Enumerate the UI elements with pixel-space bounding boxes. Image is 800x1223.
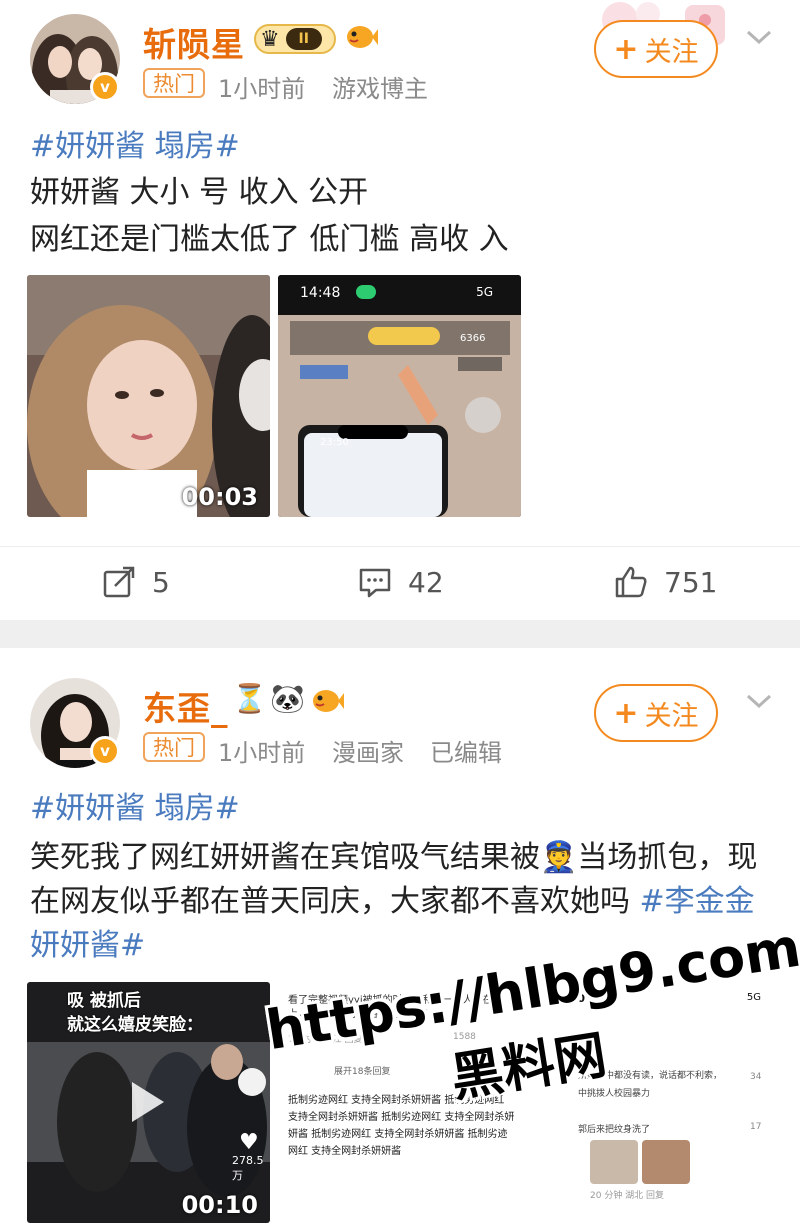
comment-text: 看了完整视频yyj被抓的时候正和另一个人躺在床上，警察来了穿个浴袍就起来了 (288, 995, 503, 1020)
screenshot-image[interactable]: 看了完整视频yyj被抓的时候正和另一个人躺在床上，警察来了穿个浴袍就起来了 7小… (278, 982, 521, 1223)
fish-badge-icon (347, 26, 378, 48)
follow-button[interactable]: + 关注 (594, 684, 718, 742)
spam-text-1: 抵制劣迹网红 支持全网封杀妍妍酱 (288, 1095, 442, 1106)
follow-label: 关注 (644, 36, 699, 68)
repost-button[interactable]: 5 (102, 565, 170, 599)
post-topic[interactable]: #妍妍酱 塌房# (30, 790, 775, 827)
user-role: 漫画家 (332, 739, 404, 767)
fish-badge-icon (313, 690, 344, 712)
comment-text-2: 中挑拨人校园暴力 (578, 1089, 651, 1099)
video-thumbnail[interactable]: 吸 被抓后 就这么嬉皮笑脸： ♥ 278.5万 00:10 (27, 982, 270, 1223)
comment-count: 42 (408, 565, 444, 599)
post-body: 笑死我了网红妍妍酱在宾馆吸气结果被👮当场抓包，现在网友似乎都在普天同庆，大家都不… (30, 836, 775, 968)
spam-text-4: 抵制劣迹网红 支持全网封杀妍妍酱 (311, 1129, 465, 1140)
thumbs-up-icon (615, 566, 647, 598)
topic-link[interactable]: #妍妍酱 塌房# (30, 129, 240, 164)
comment-likes-1: 34 (750, 1072, 762, 1082)
hourglass-icon: ⏳ (232, 682, 267, 715)
plus-icon: + (613, 695, 639, 731)
comment-photo-1 (590, 1140, 638, 1184)
video-caption-2: 就这么嬉皮笑脸： (67, 1015, 203, 1035)
comment-likes-2: 17 (750, 1122, 762, 1132)
video-thumbnail[interactable]: 00:03 (27, 275, 270, 517)
post-topic[interactable]: #妍妍酱 塌房# (30, 128, 775, 165)
like-button[interactable]: 751 (614, 565, 717, 599)
police-icon: 👮 (540, 840, 578, 875)
video-like-count: 278.5万 (232, 1154, 264, 1182)
post-text-line-1: 妍妍酱 大小 号 收入 公开 (30, 175, 369, 210)
comment-meta: 20 分钟 湖北 回复 (590, 1191, 665, 1201)
follow-button[interactable]: + 关注 (594, 20, 718, 78)
comment-text-3: 郭后来把纹身洗了 (578, 1125, 651, 1135)
hot-tag: 热门 (143, 68, 205, 98)
post-text-line-2: 网红还是门槛太低了 低门槛 高收 入 (30, 222, 509, 257)
spam-comment: 抵制劣迹网红 支持全网封杀妍妍酱 抵制劣迹网红 支持全网封杀妍妍酱 抵制劣迹网红… (288, 1092, 516, 1160)
comment-button[interactable]: 42 (358, 565, 444, 599)
status-signal: 5G (476, 285, 493, 299)
status-signal: 5G (746, 992, 761, 1003)
live-count: 6366 (460, 333, 486, 344)
link-pill-icon (356, 285, 376, 299)
post-time: 1小时前 (218, 739, 306, 767)
like-count: 751 (664, 565, 718, 599)
post-body-part-1: 笑死我了网红妍妍酱在宾馆吸气结果被 (30, 840, 540, 875)
status-time: 02:10 (550, 992, 586, 1005)
post-divider (0, 620, 800, 648)
phone-clock: 23:50 (320, 437, 349, 448)
heart-icon[interactable]: ♥ (239, 1130, 259, 1155)
comment-photo-2 (642, 1140, 690, 1184)
expand-replies: 展开18条回复 (334, 1067, 391, 1077)
follow-label: 关注 (644, 700, 699, 732)
video-caption-1: 吸 被抓后 (67, 991, 141, 1011)
play-icon[interactable] (132, 1082, 164, 1122)
member-level-badge[interactable]: ♛ II (254, 24, 336, 54)
plus-icon: + (613, 31, 639, 67)
feed-post-2: v 东歪_ ⏳ 🐼 热门 1小时前 漫画家 已编辑 + 关注 #妍妍酱 塌房# … (0, 648, 800, 1223)
verified-icon: v (90, 72, 120, 102)
level-label: II (285, 28, 322, 50)
user-role: 游戏博主 (332, 75, 428, 103)
video-duration: 00:03 (181, 483, 258, 511)
comment-text-1: 妍她高中都没有读，说话都不利索， (578, 1071, 723, 1081)
post-time: 1小时前 (218, 75, 306, 103)
crown-icon: ♛ (260, 26, 280, 52)
chevron-down-icon[interactable] (744, 22, 774, 52)
verified-icon: v (90, 736, 120, 766)
status-time: 14:48 (300, 285, 341, 301)
repost-icon (103, 566, 135, 598)
chevron-down-icon[interactable] (744, 686, 774, 716)
comment-meta: 7小时前 浙江 回复 (288, 1035, 363, 1045)
feed-post-1: v 斩陨星 ♛ II 热门 1小时前 游戏博主 + 关注 #妍妍酱 塌房# 妍妍… (0, 0, 800, 620)
hot-tag: 热门 (143, 732, 205, 762)
edited-label: 已编辑 (430, 739, 502, 767)
panda-icon: 🐼 (270, 682, 305, 715)
username[interactable]: 斩陨星 (143, 18, 245, 66)
comment-likes: 1588 (453, 1032, 476, 1042)
repost-count: 5 (152, 565, 170, 599)
screenshot-image[interactable]: 02:10 5G 妍她高中都没有读，说话都不利索， 中挑拨人校园暴力 郭后来把纹… (528, 982, 773, 1223)
comment-icon (359, 568, 391, 598)
video-duration: 00:10 (181, 1191, 258, 1219)
username[interactable]: 东歪_ (143, 682, 229, 730)
topic-link[interactable]: #妍妍酱 塌房# (30, 791, 240, 826)
screenshot-image[interactable]: 14:48 5G 6366 23:50 (278, 275, 521, 517)
action-bar: 5 42 751 (0, 546, 800, 620)
